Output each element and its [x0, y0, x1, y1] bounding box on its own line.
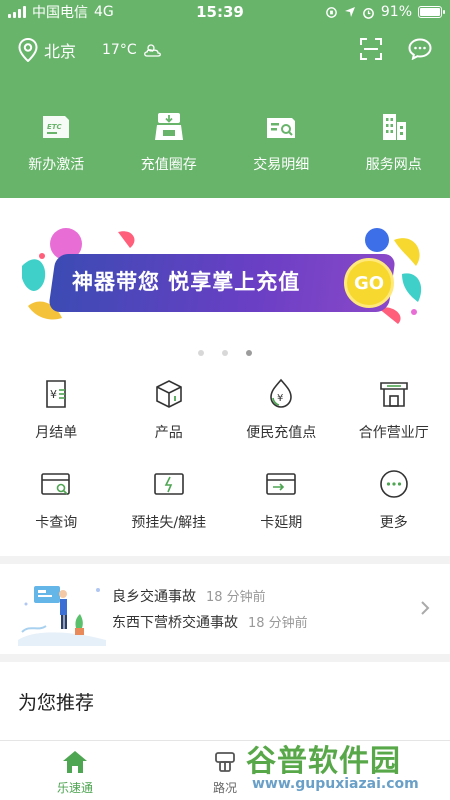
traffic-news[interactable]: 良乡交通事故 18 分钟前 东西下营桥交通事故 18 分钟前 [0, 564, 450, 654]
chevron-right-icon[interactable] [420, 600, 430, 616]
news-item[interactable]: 东西下营桥交通事故 18 分钟前 [112, 612, 308, 632]
temperature: 17°C [102, 42, 137, 58]
banner-text: 神器带您 悦享掌上充值 [72, 270, 301, 294]
news-item[interactable]: 良乡交通事故 18 分钟前 [112, 586, 266, 606]
service-label: 便民充值点 [246, 425, 317, 441]
tab-label: 路况 [212, 781, 237, 795]
services-grid: ¥ 月结单 产品 ¥ 便民充值点 合作营业厅 卡查询 预挂失/解挂 卡延期 更多 [0, 370, 450, 556]
clock: 15:39 [196, 3, 244, 21]
cloudy-icon [143, 44, 161, 57]
tab-home[interactable]: 乐速通 [0, 741, 150, 800]
service-more[interactable]: 更多 [338, 468, 450, 532]
service-label: 产品 [154, 425, 183, 441]
card-search-icon [41, 473, 71, 495]
quick-label: 新办激活 [28, 157, 85, 173]
orientation-lock-icon [326, 6, 337, 18]
service-label: 卡延期 [260, 515, 303, 531]
service-label: 预挂失/解挂 [131, 515, 207, 531]
building-icon [382, 114, 406, 140]
card-reader-icon [154, 113, 183, 140]
location-arrow-icon [344, 7, 355, 17]
card-extend-icon [266, 473, 297, 495]
service-recharge-point[interactable]: ¥ 便民充值点 [225, 378, 338, 442]
quick-recharge[interactable]: 充值圈存 [113, 110, 226, 174]
battery-icon [418, 6, 445, 18]
location-pin-icon [18, 38, 38, 62]
carousel-dot[interactable] [198, 350, 204, 356]
service-card-extend[interactable]: 卡延期 [225, 468, 338, 532]
alarm-icon [362, 7, 374, 19]
card-lock-icon [153, 473, 184, 495]
service-label: 月结单 [35, 425, 78, 441]
news-title: 东西下营桥交通事故 [112, 615, 238, 631]
battery-percent: 91% [380, 4, 412, 20]
quick-label: 交易明细 [253, 157, 310, 173]
quick-label: 服务网点 [365, 157, 422, 173]
transaction-icon [267, 118, 296, 138]
location-weather[interactable]: 北京 17°C [18, 38, 163, 62]
service-monthly-bill[interactable]: ¥ 月结单 [0, 378, 113, 442]
service-label: 更多 [379, 515, 408, 531]
watermark-url: www.gupuxiazai.com [252, 776, 419, 792]
etc-card-icon: ETC [43, 116, 70, 138]
quick-transactions[interactable]: 交易明细 [225, 110, 338, 174]
more-icon [379, 470, 408, 498]
recommend-section: 为您推荐 [0, 662, 450, 740]
go-button[interactable]: GO [344, 258, 394, 308]
road-icon [215, 752, 235, 772]
promo-banner[interactable]: 神器带您 悦享掌上充值 GO [22, 226, 428, 324]
store-icon [379, 382, 408, 407]
recharge-point-icon: ¥ [270, 378, 293, 408]
tab-label: 乐速通 [56, 781, 93, 795]
quick-new-activate[interactable]: ETC 新办激活 [0, 110, 113, 174]
carousel-dot[interactable] [222, 350, 228, 356]
carousel-dots [0, 350, 450, 356]
home-icon [63, 751, 87, 773]
product-box-icon [155, 380, 182, 408]
carrier-name: 中国电信 [32, 5, 88, 21]
news-title: 良乡交通事故 [112, 589, 196, 605]
svg-text:¥: ¥ [277, 393, 283, 404]
service-product[interactable]: 产品 [113, 378, 226, 442]
service-report-loss[interactable]: 预挂失/解挂 [113, 468, 226, 532]
news-illustration [18, 586, 106, 646]
quick-label: 充值圈存 [140, 157, 197, 173]
watermark-brand: 谷普软件园 [246, 744, 401, 779]
header: 北京 17°C ETC 新办激活 充值圈存 交易明细 服务网点 [0, 24, 450, 198]
scan-icon[interactable] [360, 38, 382, 60]
status-bar: 中国电信 4G 15:39 91% [0, 0, 450, 24]
quick-service-points[interactable]: 服务网点 [338, 110, 450, 174]
signal-icon [8, 6, 26, 18]
news-time: 18 分钟前 [248, 616, 308, 631]
service-card-query[interactable]: 卡查询 [0, 468, 113, 532]
banner-carousel[interactable]: 神器带您 悦享掌上充值 GO [0, 198, 450, 370]
city-name: 北京 [44, 42, 77, 61]
section-title: 为您推荐 [18, 692, 95, 714]
message-icon[interactable] [408, 38, 432, 60]
service-partner-hall[interactable]: 合作营业厅 [338, 378, 450, 442]
news-time: 18 分钟前 [206, 590, 266, 605]
watermark: 谷普软件园 www.gupuxiazai.com [246, 736, 450, 800]
svg-text:¥: ¥ [50, 388, 57, 401]
svg-text:ETC: ETC [47, 123, 63, 131]
monthly-bill-icon: ¥ [46, 380, 67, 408]
network-type: 4G [94, 4, 114, 20]
service-label: 合作营业厅 [358, 425, 429, 441]
service-label: 卡查询 [35, 515, 78, 531]
carousel-dot-active[interactable] [246, 350, 252, 356]
